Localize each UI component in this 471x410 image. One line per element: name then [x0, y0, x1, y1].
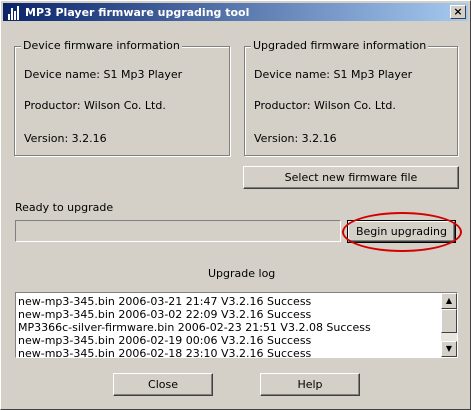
upgrade-log-title: Upgrade log — [208, 267, 276, 280]
title-bar[interactable]: MP3 Player firmware upgrading tool × — [3, 3, 468, 21]
help-button[interactable]: Help — [260, 373, 360, 396]
log-lines: new-mp3-345.bin 2006-03-21 21:47 V3.2.16… — [18, 295, 440, 357]
log-entry[interactable]: new-mp3-345.bin 2006-03-02 22:09 V3.2.16… — [18, 308, 440, 321]
log-entry[interactable]: new-mp3-345.bin 2006-03-21 21:47 V3.2.16… — [18, 295, 440, 308]
upgraded-version-label: Version: 3.2.16 — [254, 132, 337, 145]
log-scrollbar[interactable]: ▲ ▼ — [441, 293, 457, 357]
device-firmware-legend: Device firmware information — [21, 39, 182, 52]
scroll-down-arrow-icon[interactable]: ▼ — [441, 341, 457, 357]
device-firmware-group: Device firmware information Device name:… — [14, 39, 230, 156]
upgraded-device-name-label: Device name: S1 Mp3 Player — [254, 68, 413, 81]
select-firmware-file-button[interactable]: Select new firmware file — [243, 166, 459, 189]
log-entry[interactable]: new-mp3-345.bin 2006-02-19 00:06 V3.2.16… — [18, 334, 440, 347]
close-button[interactable]: Close — [113, 373, 213, 396]
bar-chart-icon — [5, 4, 21, 20]
log-entry[interactable]: MP3366c-silver-firmware.bin 2006-02-23 2… — [18, 321, 440, 334]
status-label: Ready to upgrade — [15, 201, 114, 214]
close-icon[interactable]: × — [450, 5, 466, 19]
device-version-label: Version: 3.2.16 — [24, 132, 107, 145]
device-productor-label: Productor: Wilson Co. Ltd. — [24, 99, 166, 112]
window-title: MP3 Player firmware upgrading tool — [25, 5, 250, 19]
highlight-circle — [342, 212, 462, 252]
upgraded-firmware-group: Upgraded firmware information Device nam… — [244, 39, 458, 156]
main-window: MP3 Player firmware upgrading tool × Dev… — [0, 0, 471, 410]
device-name-label: Device name: S1 Mp3 Player — [24, 68, 183, 81]
scroll-up-arrow-icon[interactable]: ▲ — [441, 293, 457, 309]
upgrade-progress-bar — [15, 220, 341, 242]
log-entry[interactable]: new-mp3-345.bin 2006-02-18 23:10 V3.2.16… — [18, 347, 440, 357]
upgrade-log-list[interactable]: new-mp3-345.bin 2006-03-21 21:47 V3.2.16… — [15, 292, 458, 358]
upgraded-productor-label: Productor: Wilson Co. Ltd. — [254, 99, 396, 112]
upgraded-firmware-legend: Upgraded firmware information — [251, 39, 429, 52]
scroll-thumb[interactable] — [441, 309, 457, 333]
